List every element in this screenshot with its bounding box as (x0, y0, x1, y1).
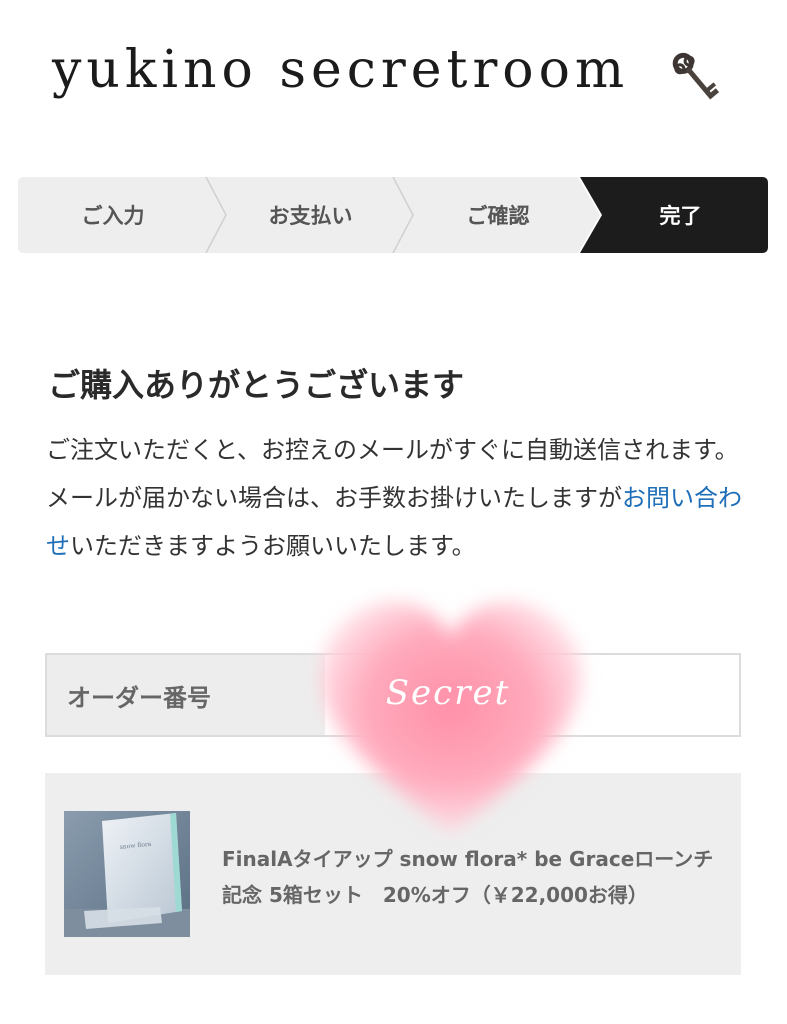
message-line-1: ご注文いただくと、お控えのメールがすぐに自動送信されます。 (46, 436, 739, 464)
step-input: ご入力 (81, 204, 145, 228)
order-number-label: オーダー番号 (47, 655, 325, 735)
step-confirm: ご確認 (466, 204, 530, 228)
message-text-after: いただきますようお願いいたします。 (70, 532, 476, 560)
key-icon (672, 52, 720, 100)
product-name[interactable]: FinalAタイアップ snow flora* be Graceローンチ記念 5… (222, 841, 722, 913)
step-complete: 完了 (659, 204, 702, 228)
checkout-steps: ご入力 お支払い ご確認 完了 (18, 177, 768, 253)
message-line-2: メールが届かない場合は、お手数お掛けいたしますがお問い合わせいただきますようお願… (46, 474, 746, 570)
confirmation-message: ご注文いただくと、お控えのメールがすぐに自動送信されます。 メールが届かない場合… (46, 426, 746, 570)
site-logo[interactable]: yukino secretroom (52, 40, 629, 100)
message-text-before: メールが届かない場合は、お手数お掛けいたしますが (46, 484, 622, 512)
product-thumbnail[interactable]: snow flora (64, 811, 190, 937)
site-header: yukino secretroom (0, 30, 787, 130)
secret-sticker-text: Secret (386, 673, 511, 713)
page-title: ご購入ありがとうございます (48, 366, 465, 404)
secret-heart-sticker: Secret (319, 601, 583, 834)
step-payment: お支払い (268, 204, 353, 228)
